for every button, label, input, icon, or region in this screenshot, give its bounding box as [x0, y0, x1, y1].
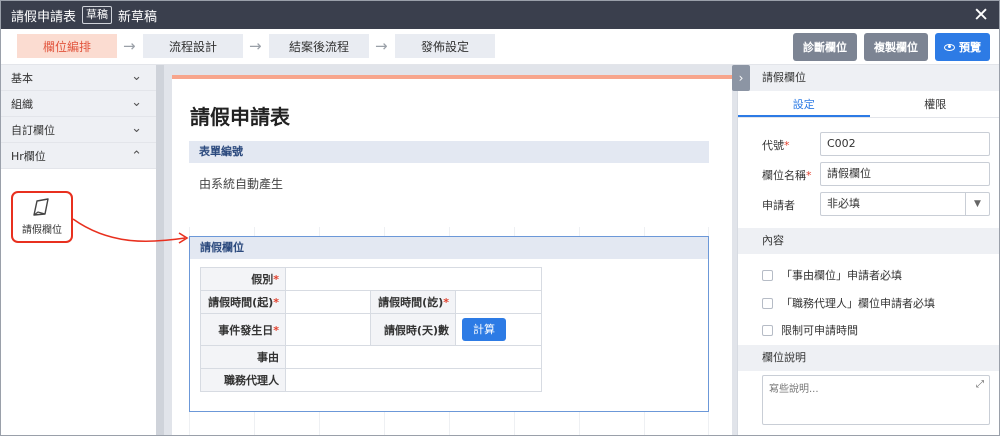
leave-field-block[interactable]: 請假欄位 假別* 請假時間(起)* 請假時間(訖)* 事件發生日* 請假時(天)… [189, 236, 709, 412]
step-bar: 欄位編排 → 流程設計 → 結案後流程 → 發佈設定 診斷欄位 複製欄位 預覽 [1, 29, 999, 65]
leave-type-value[interactable] [285, 267, 542, 291]
category-label: 基本 [11, 71, 33, 85]
table-row: 假別* [200, 267, 542, 291]
event-date-label: 事件發生日* [200, 313, 286, 346]
step-arrow-icon: → [249, 37, 262, 55]
step-flow-design[interactable]: 流程設計 [143, 34, 243, 58]
applicant-selected-value: 非必填 [827, 197, 860, 210]
step-post-close-flow[interactable]: 結案後流程 [269, 34, 369, 58]
leave-days-value: 計算 [455, 313, 542, 346]
checkbox-label: 「職務代理人」欄位申請者必填 [781, 297, 935, 310]
leave-field-table: 假別* 請假時間(起)* 請假時間(訖)* 事件發生日* 請假時(天)數 計算 … [200, 267, 542, 392]
collapse-panel-icon[interactable]: › [732, 65, 750, 91]
category-label: Hr欄位 [11, 149, 46, 163]
category-custom-fields[interactable]: 自訂欄位 ⌄ [1, 117, 156, 143]
form-number-section-header[interactable]: 表單編號 [189, 141, 709, 163]
start-time-value[interactable] [285, 290, 371, 314]
code-label: 代號* [762, 139, 790, 152]
reason-label: 事由 [200, 345, 286, 369]
content-section-header: 內容 [738, 228, 999, 254]
field-description-input[interactable] [762, 375, 990, 425]
field-name-label: 欄位名稱* [762, 169, 812, 182]
table-row: 請假時間(起)* 請假時間(訖)* [200, 290, 542, 314]
step-arrow-icon: → [123, 37, 136, 55]
form-title: 請假申請表 [190, 105, 290, 129]
description-section-header: 欄位說明 [738, 345, 999, 371]
tab-settings[interactable]: 設定 [738, 91, 870, 117]
panel-header: 請假欄位 [738, 65, 999, 91]
copy-fields-button[interactable]: 複製欄位 [864, 33, 928, 61]
table-row: 職務代理人 [200, 368, 542, 392]
app-window: 請假申請表 草稿 新草稿 ✕ 欄位編排 → 流程設計 → 結案後流程 → 發佈設… [0, 0, 1000, 436]
checkbox-icon [762, 297, 773, 309]
chevron-up-icon: ⌃ [131, 149, 142, 164]
category-label: 組織 [11, 97, 33, 111]
window-title: 請假申請表 [11, 9, 77, 25]
chevron-down-icon: ⌄ [131, 69, 142, 84]
dropdown-arrow-icon: ▼ [965, 193, 989, 215]
checkbox-label: 「事由欄位」申請者必填 [781, 269, 902, 282]
field-name-input[interactable]: 請假欄位 [820, 162, 990, 186]
category-label: 自訂欄位 [11, 123, 55, 137]
agent-required-checkbox[interactable]: 「職務代理人」欄位申請者必填 [762, 295, 935, 311]
leave-type-label: 假別* [200, 267, 286, 291]
category-hr-fields[interactable]: Hr欄位 ⌃ [1, 143, 156, 169]
applicant-select[interactable]: 非必填 ▼ [820, 192, 990, 216]
table-row: 事由 [200, 345, 542, 369]
step-publish-settings[interactable]: 發佈設定 [395, 34, 495, 58]
checkbox-icon [762, 324, 773, 336]
draft-badge: 草稿 [82, 6, 113, 24]
preview-button[interactable]: 預覽 [935, 33, 990, 61]
reason-value[interactable] [285, 345, 542, 369]
end-time-value[interactable] [455, 290, 542, 314]
leave-field-section-header: 請假欄位 [190, 237, 708, 259]
agent-value[interactable] [285, 368, 542, 392]
panel-tabs: 設定 權限 [738, 91, 1000, 118]
eye-icon [944, 43, 955, 51]
table-row: 事件發生日* 請假時(天)數 計算 [200, 313, 542, 346]
code-input[interactable]: C002 [820, 132, 990, 156]
leave-field-tool[interactable]: 請假欄位 [11, 191, 73, 243]
close-icon[interactable]: ✕ [973, 4, 989, 26]
reason-required-checkbox[interactable]: 「事由欄位」申請者必填 [762, 267, 902, 283]
agent-label: 職務代理人 [200, 368, 286, 392]
step-field-layout[interactable]: 欄位編排 [17, 34, 117, 58]
category-basic[interactable]: 基本 ⌄ [1, 65, 156, 91]
leave-field-tool-label: 請假欄位 [22, 225, 62, 236]
applicant-label: 申請者 [762, 199, 795, 212]
end-time-label: 請假時間(訖)* [370, 290, 456, 314]
chevron-down-icon: ⌄ [131, 121, 142, 136]
event-date-value[interactable] [285, 313, 371, 346]
category-organization[interactable]: 組織 ⌄ [1, 91, 156, 117]
checkbox-label: 限制可申請時間 [781, 324, 858, 337]
field-palette: 基本 ⌄ 組織 ⌄ 自訂欄位 ⌄ Hr欄位 ⌃ 請假欄位 [1, 65, 156, 435]
diagnose-fields-button[interactable]: 診斷欄位 [793, 33, 857, 61]
expand-icon[interactable]: ⤢ [976, 379, 984, 390]
canvas-scrollbar[interactable] [156, 65, 164, 435]
leave-note-icon [33, 198, 49, 216]
property-panel: 請假欄位 設定 權限 代號* C002 欄位名稱* 請假欄位 申請者 非必填 ▼… [737, 65, 1000, 435]
form-document: 請假申請表 表單編號 由系統自動產生 請假欄位 假別* 請假時間(起)* 請假時… [172, 75, 732, 435]
title-bar: 請假申請表 草稿 新草稿 ✕ [1, 1, 999, 29]
preview-label: 預覽 [959, 41, 981, 54]
limit-time-checkbox[interactable]: 限制可申請時間 [762, 322, 858, 338]
auto-generated-text: 由系統自動產生 [199, 177, 284, 191]
start-time-label: 請假時間(起)* [200, 290, 286, 314]
tab-permissions[interactable]: 權限 [870, 91, 1000, 117]
step-arrow-icon: → [375, 37, 388, 55]
checkbox-icon [762, 269, 773, 281]
chevron-down-icon: ⌄ [131, 95, 142, 110]
leave-days-label: 請假時(天)數 [370, 313, 456, 346]
calculate-button[interactable]: 計算 [462, 318, 506, 341]
draft-name: 新草稿 [118, 9, 158, 25]
